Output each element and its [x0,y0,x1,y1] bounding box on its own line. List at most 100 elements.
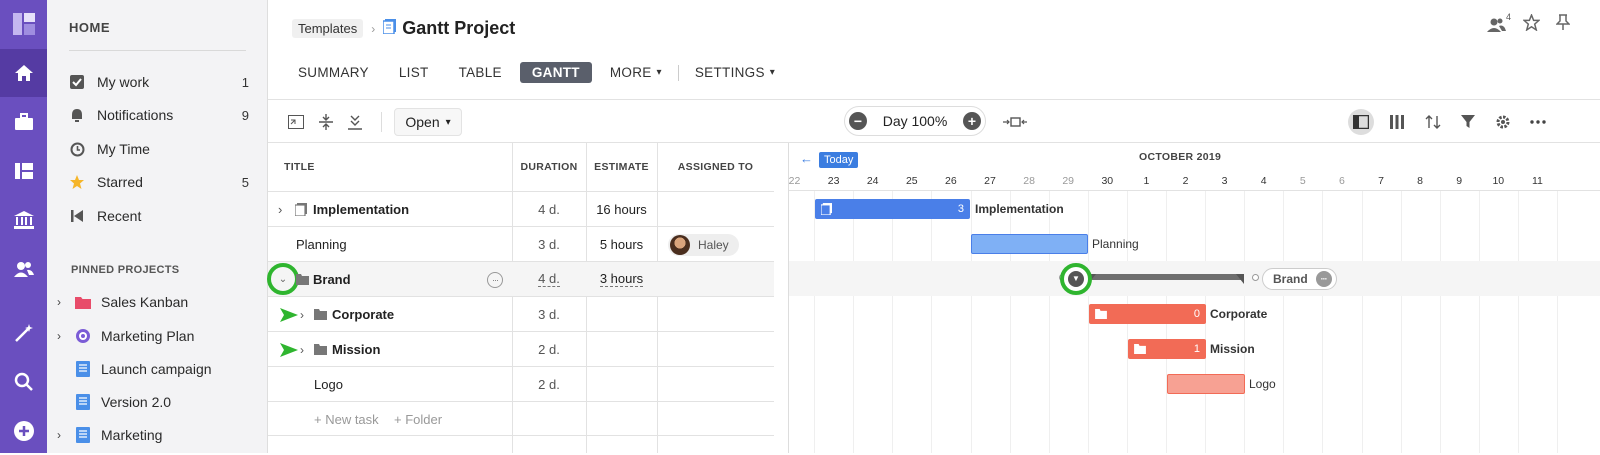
sidebar-item-recent[interactable]: Recent [69,204,249,228]
zoom-in-button[interactable]: + [963,112,981,130]
fullscreen-icon[interactable] [286,112,306,132]
chevron-right-icon[interactable]: › [57,295,69,309]
gantt-bar-corporate[interactable]: 0 [1089,304,1206,324]
task-title[interactable]: Logo [314,367,343,402]
tab-table[interactable]: TABLE [459,65,502,80]
pinned-item-marketing[interactable]: › Marketing [57,423,257,447]
expand-all-icon[interactable] [345,112,365,132]
task-title[interactable]: Planning [296,227,347,262]
task-estimate[interactable]: 5 hours [586,227,657,262]
board-icon[interactable] [0,147,47,195]
table-row[interactable]: › Implementation 4 d. 16 hours [268,191,774,226]
row-more-icon[interactable]: ··· [487,262,503,297]
columns-icon[interactable] [1387,112,1407,132]
sidebar-item-my-time[interactable]: My Time [69,137,249,161]
today-button[interactable]: Today [819,152,859,168]
task-duration[interactable]: 4 d. [538,272,560,287]
search-icon[interactable] [0,358,47,406]
gantt-bar-planning[interactable] [971,234,1088,254]
more-options-icon[interactable] [1528,112,1548,132]
day-label: 1 [1143,175,1150,187]
back-arrow-icon[interactable]: ← [800,151,813,166]
subtask-count: 1 [1193,343,1200,355]
star-outline-icon[interactable] [1522,13,1541,36]
pin-icon[interactable] [1555,14,1571,36]
tab-summary[interactable]: SUMMARY [298,65,369,80]
table-row[interactable]: Logo 2 d. [268,366,774,401]
magic-wand-icon[interactable] [0,309,47,357]
briefcase-icon[interactable] [0,98,47,146]
assignee-name: Haley [698,237,729,252]
new-folder-button[interactable]: + Folder [394,402,442,437]
pinned-item-marketing-plan[interactable]: › Marketing Plan [57,324,257,348]
collapse-button[interactable]: ▼ [1068,271,1084,287]
fit-to-screen-icon[interactable] [1001,112,1029,132]
more-options-icon[interactable]: ··· [1315,271,1332,287]
pinned-item-version-2[interactable]: Version 2.0 [57,390,257,414]
sidebar-item-my-work[interactable]: My work 1 [69,70,249,94]
chevron-right-icon[interactable]: › [278,192,282,227]
breadcrumb-templates[interactable]: Templates [292,19,364,38]
status-filter-dropdown[interactable]: Open ▾ [394,108,462,136]
pinned-item-sales-kanban[interactable]: › Sales Kanban [57,290,257,314]
gear-icon[interactable] [1493,112,1513,132]
task-duration[interactable]: 3 d. [512,227,586,262]
split-view-button[interactable] [1348,109,1374,135]
gantt-bar-label-pill[interactable]: Brand ··· [1262,268,1337,290]
table-row[interactable]: Planning 3 d. 5 hours Haley [268,226,774,261]
chevron-right-icon[interactable]: › [57,329,69,343]
sidebar-item-starred[interactable]: Starred 5 [69,170,249,194]
table-row[interactable]: › Corporate 3 d. [268,296,774,331]
tab-settings[interactable]: SETTINGS ▾ [695,65,775,80]
tab-gantt[interactable]: GANTT [519,62,592,83]
gantt-bar-mission[interactable]: 1 [1128,339,1206,359]
chevron-right-icon[interactable]: › [300,297,304,332]
gantt-bar-implementation[interactable]: 3 [815,199,970,219]
sort-icon[interactable] [1423,112,1443,132]
task-duration[interactable]: 4 d. [512,192,586,227]
task-estimate[interactable]: 16 hours [586,192,657,227]
gantt-summary-bar-brand[interactable] [1088,274,1244,280]
gantt-bar-logo[interactable] [1167,374,1245,394]
task-duration[interactable]: 3 d. [512,297,586,332]
task-title[interactable]: Implementation [313,192,409,227]
day-label: 23 [827,175,840,187]
day-gridline [1557,190,1558,453]
table-row[interactable]: › Mission 2 d. [268,331,774,366]
new-task-button[interactable]: + New task [314,402,379,437]
column-header-duration[interactable]: DURATION [512,143,586,190]
collapse-all-icon[interactable] [316,112,336,132]
users-icon[interactable] [0,245,47,293]
column-header-assigned[interactable]: ASSIGNED TO [657,143,774,190]
task-title[interactable]: Mission [332,332,380,367]
filter-icon[interactable] [1458,112,1478,132]
add-icon[interactable] [0,407,47,455]
chevron-right-icon[interactable]: › [57,428,69,442]
task-estimate[interactable]: 3 hours [599,272,644,287]
task-duration[interactable]: 2 d. [512,332,586,367]
tab-list[interactable]: LIST [399,65,429,80]
sidebar-item-notifications[interactable]: Notifications 9 [69,103,249,127]
assignee-chip[interactable]: Haley [668,227,739,262]
pinned-projects-heading: PINNED PROJECTS [71,264,180,276]
table-row[interactable]: ⌄ Brand ··· 4 d. 3 hours [267,261,774,297]
chevron-down-icon[interactable]: ⌄ [277,262,289,297]
task-title[interactable]: Brand [313,262,351,297]
day-gridline [814,190,816,453]
bank-icon[interactable] [0,196,47,244]
task-title[interactable]: Corporate [332,297,394,332]
link-handle-right[interactable] [1252,274,1259,281]
chevron-right-icon[interactable]: › [300,332,304,367]
members-icon[interactable]: 4 [1487,12,1511,32]
column-header-title[interactable]: TITLE [284,143,315,190]
home-icon[interactable] [0,49,47,97]
column-header-estimate[interactable]: ESTIMATE [586,143,657,190]
tab-more-label: MORE [609,65,652,80]
logo-icon[interactable] [0,0,47,48]
tab-more[interactable]: MORE ▾ [610,65,662,80]
zoom-out-button[interactable]: − [849,112,867,130]
task-duration[interactable]: 2 d. [512,367,586,402]
day-gridline [1009,190,1011,453]
day-label: 4 [1260,175,1267,187]
pinned-item-launch-campaign[interactable]: Launch campaign [57,357,257,381]
